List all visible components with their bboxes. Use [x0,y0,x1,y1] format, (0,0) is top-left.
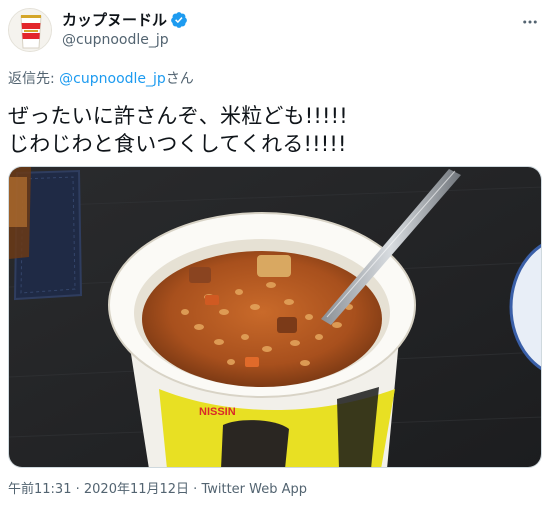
author-name-row[interactable]: カップヌードル [62,10,188,30]
tweet-photo[interactable]: NISSIN [8,166,542,468]
svg-text:NISSIN: NISSIN [199,406,236,418]
tweet-source-app[interactable]: Twitter Web App [201,482,307,497]
replying-to-suffix: さん [165,71,194,87]
verified-icon [171,12,187,28]
tweet-text: ぜったいに許さんぞ、米粒ども!!!!! じわじわと食いつくしてくれる!!!!! [8,102,348,158]
display-name[interactable]: カップヌードル [62,10,167,30]
more-horizontal-icon [523,20,537,24]
tweet-text-line-1: ぜったいに許さんぞ、米粒ども!!!!! [8,104,348,128]
meta-separator: · [71,482,84,497]
cup-noodle-logo-icon [9,9,51,51]
tweet-text-line-2: じわじわと食いつくしてくれる!!!!! [8,132,347,156]
avatar[interactable] [8,8,52,52]
author-handle[interactable]: @cupnoodle_jp [62,30,169,50]
cup-noodle-curry-photo: NISSIN [9,167,541,467]
more-options-button[interactable] [520,12,540,32]
tweet-date[interactable]: 2020年11月12日 [84,482,189,497]
tweet-time[interactable]: 午前11:31 [8,482,71,497]
reply-mention-link[interactable]: @cupnoodle_jp [59,71,166,87]
meta-separator: · [189,482,202,497]
replying-to-prefix: 返信先: [8,71,60,87]
tweet-meta: 午前11:31 · 2020年11月12日 · Twitter Web App [8,481,307,499]
replying-to: 返信先: @cupnoodle_jpさん [8,69,194,89]
